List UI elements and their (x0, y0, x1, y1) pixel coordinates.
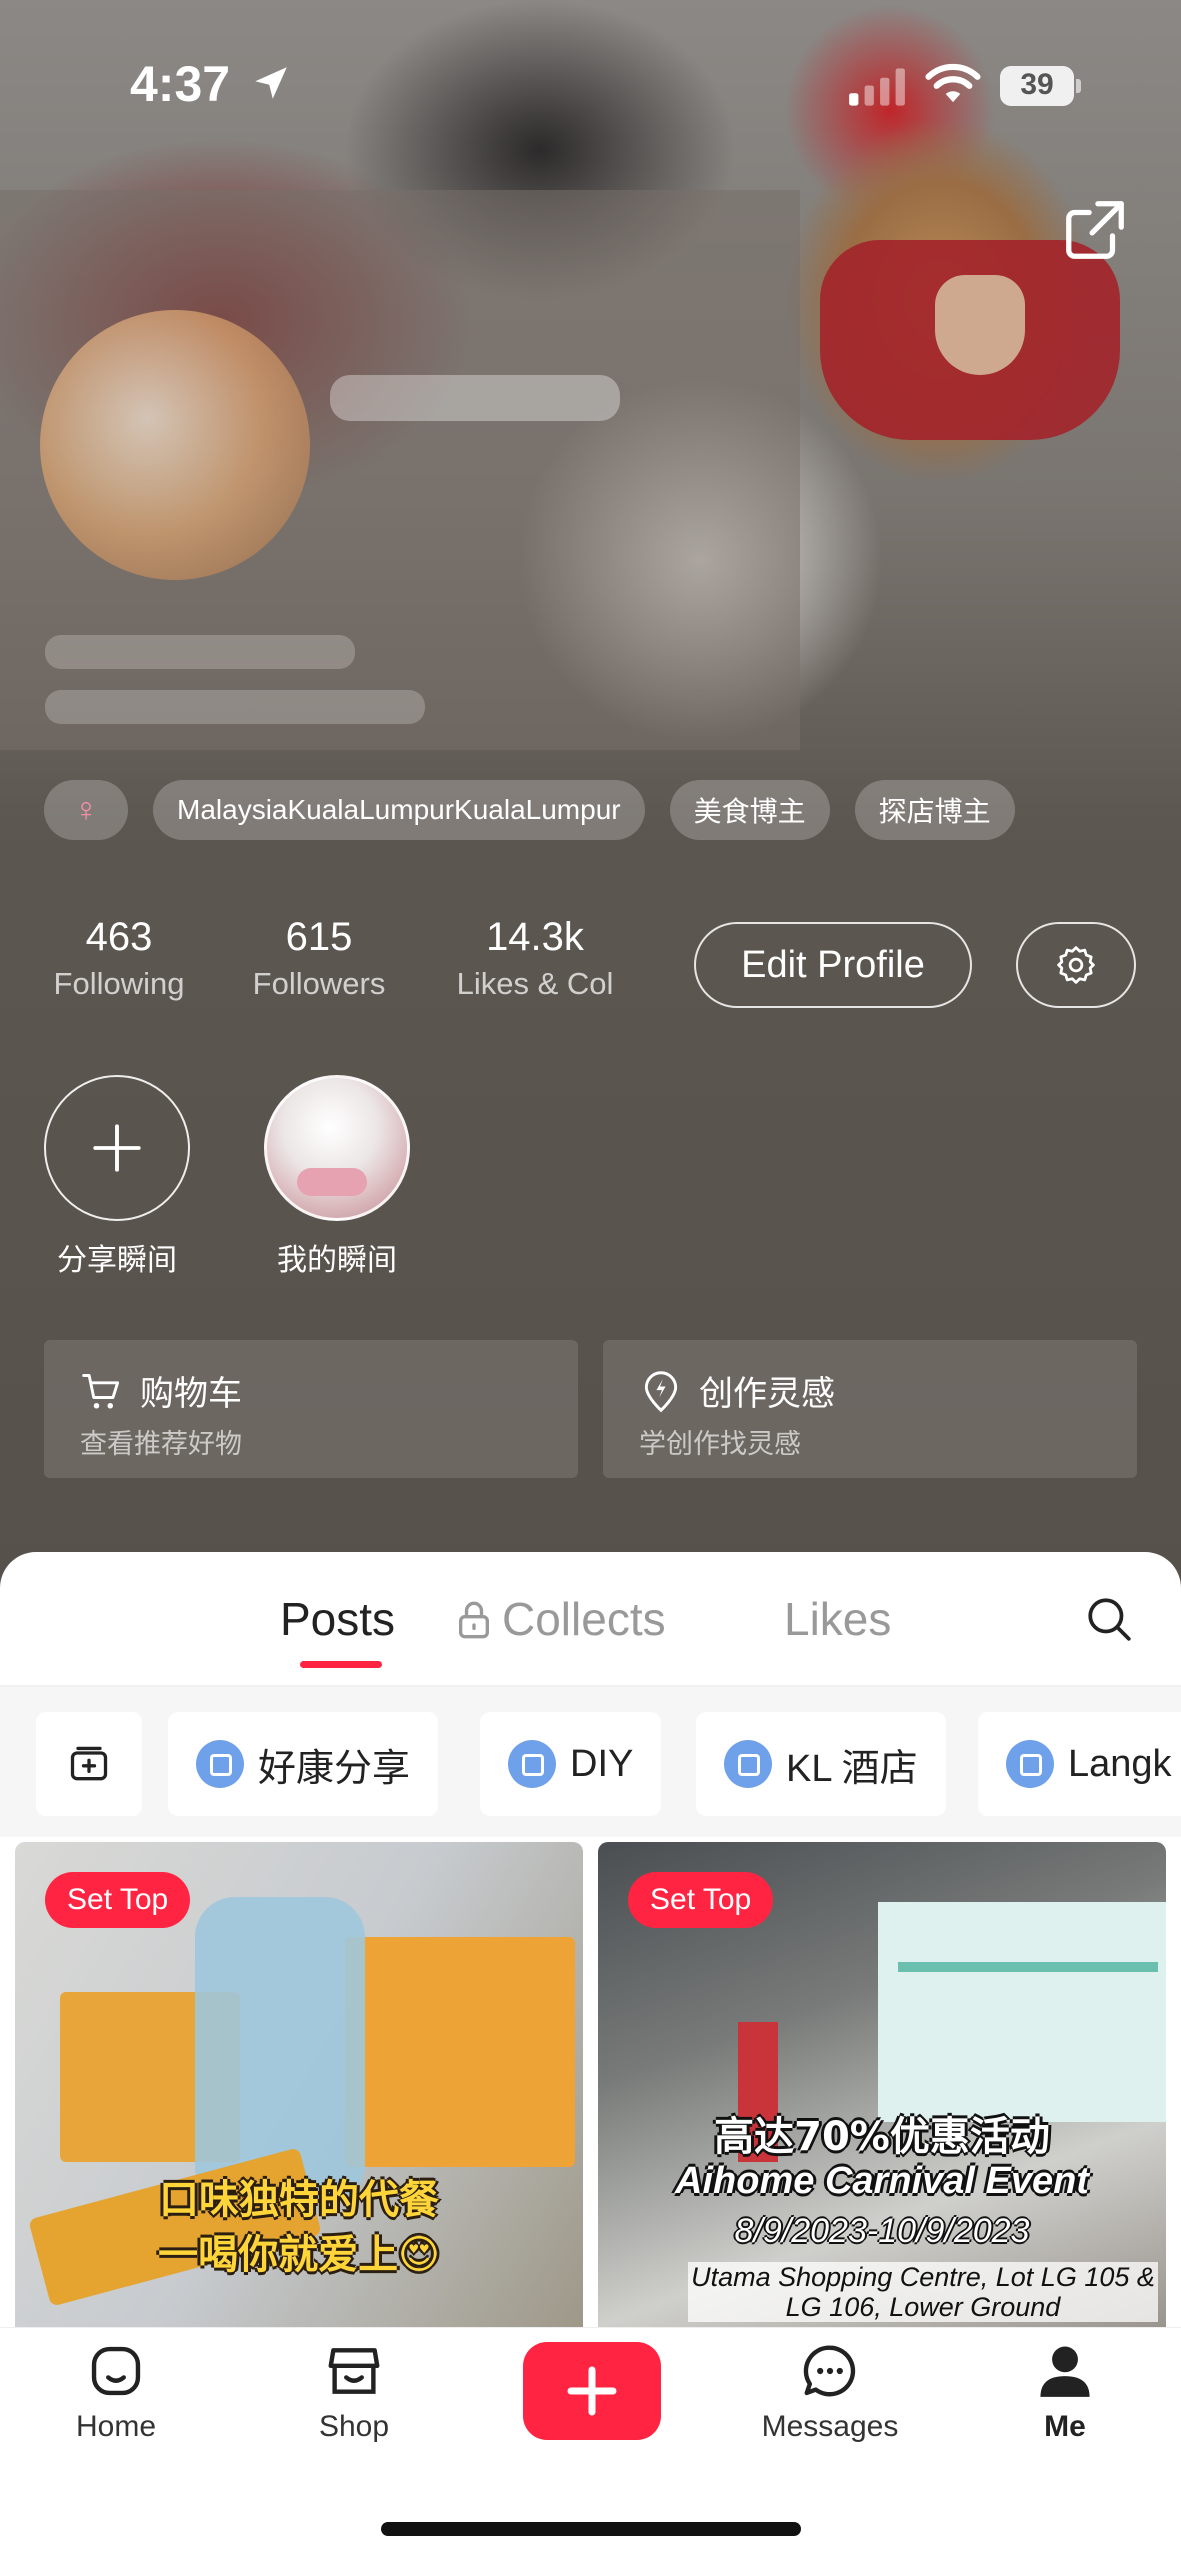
collection-icon (724, 1740, 772, 1788)
collection-icon (508, 1740, 556, 1788)
chip-label: DIY (570, 1742, 634, 1785)
tag-food-blogger[interactable]: 美食博主 (669, 780, 830, 840)
my-moments-label: 我的瞬间 (277, 1243, 397, 1278)
profile-tags: ♀ MalaysiaKualaLumpurKualaLumpur 美食博主 探店… (44, 780, 1015, 840)
search-icon[interactable] (1084, 1594, 1134, 1644)
post-image-detail (878, 1902, 1166, 2122)
followers-count: 615 (285, 915, 353, 959)
lock-icon (459, 1601, 489, 1639)
active-tab-indicator (300, 1661, 382, 1668)
moment-thumbnail[interactable] (264, 1075, 410, 1221)
share-icon[interactable] (1060, 195, 1130, 265)
chip-label: KL 酒店 (786, 1747, 918, 1790)
bio-blurred (45, 635, 355, 669)
cart-card-subtitle: 查看推荐好物 (80, 1429, 242, 1460)
chip-collection[interactable]: Langk (978, 1712, 1181, 1816)
shop-icon (328, 2348, 380, 2394)
lightbulb-pin-icon (644, 1371, 678, 1413)
avatar[interactable] (40, 310, 310, 580)
collection-icon (1006, 1740, 1054, 1788)
nav-home[interactable]: Home (36, 2340, 196, 2444)
likes-label: Likes & Col (456, 966, 614, 1001)
post-caption: 口味独特的代餐 (159, 2177, 439, 2223)
home-indicator[interactable] (381, 2522, 801, 2536)
chip-collection[interactable]: KL 酒店 (696, 1712, 946, 1816)
following-label: Following (53, 966, 185, 1001)
following-count: 463 (85, 915, 153, 959)
cart-card-title: 购物车 (140, 1374, 242, 1414)
stat-following[interactable]: 463 Following (44, 915, 194, 1002)
nav-messages[interactable]: Messages (750, 2340, 910, 2444)
add-collection-button[interactable] (36, 1712, 142, 1816)
cart-icon (82, 1374, 120, 1409)
nav-messages-label: Messages (761, 2410, 899, 2443)
battery-level: 39 (1020, 68, 1054, 101)
home-icon (91, 2346, 141, 2396)
stat-followers[interactable]: 615 Followers (244, 915, 394, 1002)
inspiration-card-subtitle: 学创作找灵感 (639, 1429, 801, 1460)
chip-label: 好康分享 (258, 1747, 411, 1790)
tag-store-explorer[interactable]: 探店博主 (854, 780, 1015, 840)
tab-collects[interactable]: Collects (502, 1592, 666, 1646)
tab-posts[interactable]: Posts (280, 1592, 395, 1646)
username-blurred (330, 375, 620, 421)
post-card[interactable]: Set Top 高达70%优惠活动 Aihome Carnival Event … (598, 1842, 1166, 2327)
gear-icon (1057, 946, 1095, 984)
battery-indicator: 39 (1000, 66, 1081, 106)
likes-count: 14.3k (486, 915, 584, 959)
create-post-button[interactable] (523, 2342, 661, 2440)
nav-shop-label: Shop (318, 2410, 390, 2443)
chip-collection[interactable]: DIY (480, 1712, 662, 1816)
set-top-badge: Set Top (628, 1872, 774, 1928)
status-time: 4:37 (130, 56, 231, 112)
plus-icon (93, 1124, 141, 1172)
post-caption: 高达70%优惠活动 (714, 2114, 1050, 2160)
plus-icon (567, 2366, 617, 2416)
location-arrow-icon (255, 67, 287, 99)
stat-likes-collects[interactable]: 14.3k Likes & Col (440, 915, 630, 1002)
add-moment-button[interactable] (44, 1075, 190, 1221)
profile-person-icon (1040, 2346, 1090, 2397)
post-card[interactable]: Set Top 口味独特的代餐 一喝你就爱上😍 (15, 1842, 583, 2327)
collection-icon (196, 1740, 244, 1788)
post-caption: Aihome Carnival Event (675, 2160, 1089, 2202)
message-bubble-icon (803, 2345, 856, 2397)
inspiration-card-title: 创作灵感 (699, 1374, 835, 1414)
cover-photo-detail (935, 275, 1025, 375)
cellular-signal-icon (849, 68, 905, 106)
gender-female-icon: ♀ (44, 780, 128, 840)
share-moment[interactable]: 分享瞬间 (42, 1075, 192, 1279)
bio-blurred (45, 690, 425, 724)
creative-inspiration-card[interactable]: 创作灵感 学创作找灵感 (603, 1340, 1137, 1478)
post-caption: Utama Shopping Centre, Lot LG 105 & LG 1… (688, 2262, 1158, 2322)
my-moments[interactable]: 我的瞬间 (262, 1075, 412, 1279)
nav-shop[interactable]: Shop (274, 2340, 434, 2444)
add-folder-icon (70, 1746, 108, 1781)
post-caption: 一喝你就爱上😍 (158, 2232, 440, 2278)
shopping-cart-card[interactable]: 购物车 查看推荐好物 (44, 1340, 578, 1478)
edit-profile-button[interactable]: Edit Profile (694, 922, 972, 1008)
chip-collection[interactable]: 好康分享 (168, 1712, 439, 1816)
post-image-detail (898, 1962, 1158, 1972)
nav-home-label: Home (75, 2410, 157, 2443)
wifi-icon (925, 63, 981, 103)
tag-location[interactable]: MalaysiaKualaLumpurKualaLumpur (153, 780, 645, 840)
chip-label: Langk (1068, 1742, 1172, 1785)
settings-button[interactable] (1016, 922, 1136, 1008)
tab-likes[interactable]: Likes (784, 1592, 891, 1646)
set-top-badge: Set Top (45, 1872, 191, 1928)
post-image-detail (345, 1937, 575, 2167)
post-caption: 8/9/2023-10/9/2023 (734, 2212, 1030, 2250)
nav-me[interactable]: Me (985, 2340, 1145, 2444)
share-moment-label: 分享瞬间 (57, 1243, 177, 1278)
followers-label: Followers (252, 966, 386, 1001)
nav-me-label: Me (1044, 2410, 1086, 2443)
